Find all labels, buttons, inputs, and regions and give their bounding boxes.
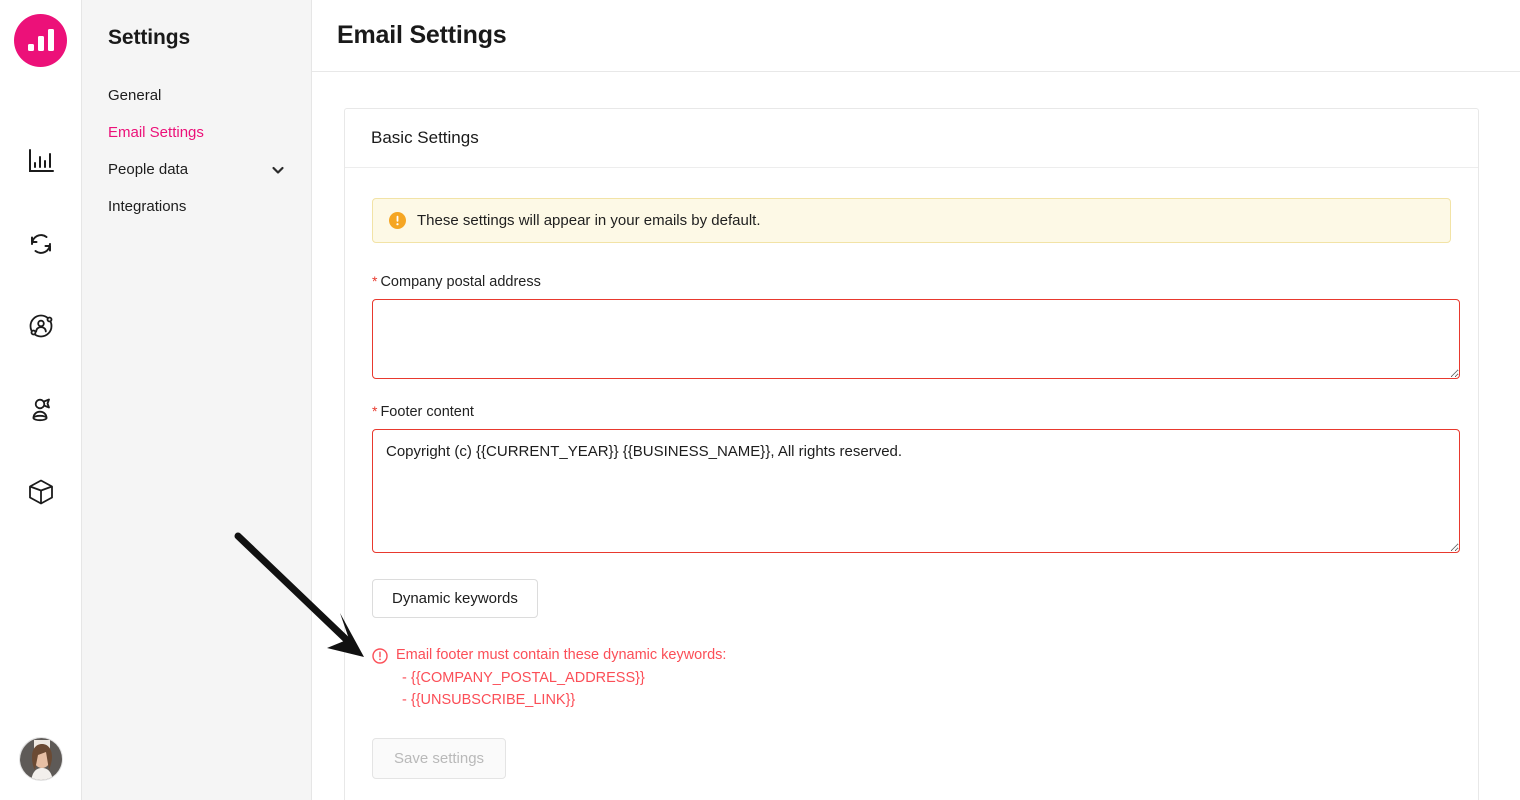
warning-circle-icon xyxy=(389,212,406,229)
app-root: Settings General Email Settings People d… xyxy=(0,0,1520,800)
error-circle-icon xyxy=(372,648,388,664)
avatar[interactable] xyxy=(19,737,63,781)
bar-chart-icon[interactable] xyxy=(19,139,63,183)
sidebar-title: Settings xyxy=(82,26,311,50)
sidebar-item-label: People data xyxy=(108,162,188,177)
icon-rail xyxy=(0,0,82,800)
settings-sidebar: Settings General Email Settings People d… xyxy=(82,0,312,800)
logo-bar-2 xyxy=(38,36,44,51)
sidebar-item-label: Email Settings xyxy=(108,125,204,140)
error-keyword-item: - {{UNSUBSCRIBE_LINK}} xyxy=(402,692,1451,708)
error-heading-row: Email footer must contain these dynamic … xyxy=(372,647,1451,664)
card-body: These settings will appear in your email… xyxy=(345,168,1478,800)
alert-message: These settings will appear in your email… xyxy=(417,212,761,229)
company-postal-address-input[interactable] xyxy=(372,299,1460,379)
error-heading: Email footer must contain these dynamic … xyxy=(396,647,726,663)
required-marker: * xyxy=(372,273,377,289)
main-content: Email Settings Basic Settings xyxy=(312,0,1520,800)
info-alert: These settings will appear in your email… xyxy=(372,198,1451,243)
footer-content-label: *Footer content xyxy=(372,403,1451,420)
error-keyword-item: - {{COMPANY_POSTAL_ADDRESS}} xyxy=(402,670,1451,686)
label-text: Footer content xyxy=(380,404,474,420)
sidebar-item-integrations[interactable]: Integrations xyxy=(82,188,311,225)
basic-settings-card: Basic Settings These settings will appea… xyxy=(344,108,1479,800)
chevron-down-icon[interactable] xyxy=(271,163,285,177)
label-text: Company postal address xyxy=(380,274,540,290)
person-location-icon[interactable] xyxy=(19,387,63,431)
bar-chart-logo[interactable] xyxy=(14,14,67,67)
sidebar-item-label: General xyxy=(108,88,161,103)
sidebar-item-label: Integrations xyxy=(108,199,186,214)
sync-refresh-icon[interactable] xyxy=(19,222,63,266)
people-network-icon[interactable] xyxy=(19,304,63,348)
sidebar-item-email-settings[interactable]: Email Settings xyxy=(82,114,311,151)
company-postal-address-label: *Company postal address xyxy=(372,273,1451,290)
logo-bar-3 xyxy=(48,29,54,51)
page-header: Email Settings xyxy=(312,0,1520,72)
content-area: Basic Settings These settings will appea… xyxy=(312,72,1520,800)
footer-content-input[interactable] xyxy=(372,429,1460,553)
cube-box-icon[interactable] xyxy=(19,470,63,514)
logo-bar-1 xyxy=(28,44,34,51)
required-marker: * xyxy=(372,403,377,419)
card-title: Basic Settings xyxy=(345,109,1478,168)
company-postal-address-field: *Company postal address xyxy=(372,273,1451,379)
footer-content-field: *Footer content xyxy=(372,403,1451,553)
page-title: Email Settings xyxy=(337,21,506,50)
save-settings-button[interactable]: Save settings xyxy=(372,738,506,779)
sidebar-item-general[interactable]: General xyxy=(82,77,311,114)
sidebar-item-people-data[interactable]: People data xyxy=(82,151,311,188)
dynamic-keywords-button[interactable]: Dynamic keywords xyxy=(372,579,538,618)
footer-validation-error: Email footer must contain these dynamic … xyxy=(372,647,1451,708)
